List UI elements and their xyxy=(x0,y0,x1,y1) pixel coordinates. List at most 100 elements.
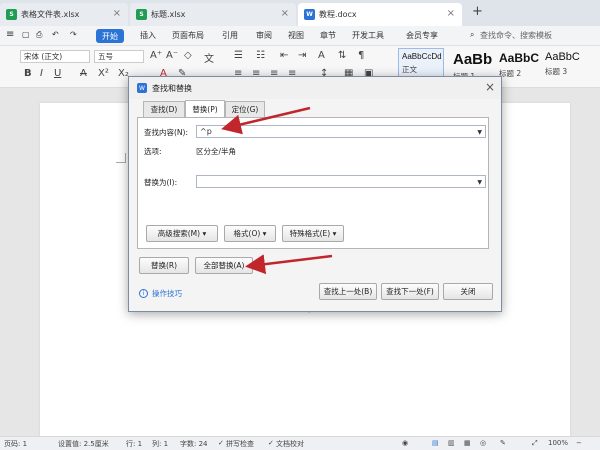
tab-file-3[interactable]: W 教程.docx × xyxy=(298,3,462,26)
replace-panel: 查找内容(N): ^p ▼ 选项: 区分全/半角 替换为(I): ▼ 高级搜索(… xyxy=(137,117,489,249)
advanced-search-button[interactable]: 高级搜索(M) ▾ xyxy=(146,225,218,242)
underline-icon[interactable]: U xyxy=(54,68,61,79)
web-view-icon[interactable]: ◎ xyxy=(480,439,486,447)
menu-insert[interactable]: 插入 xyxy=(140,30,156,41)
find-value: ^p xyxy=(200,127,212,136)
find-input[interactable]: ^p ▼ xyxy=(196,125,486,138)
find-previous-button[interactable]: 查找上一处(B) xyxy=(319,283,377,300)
menu-start[interactable]: 开始 xyxy=(96,29,124,43)
special-format-button[interactable]: 特殊格式(E) ▾ xyxy=(282,225,344,242)
pinyin-icon[interactable]: 文 xyxy=(204,50,214,65)
status-spellcheck[interactable]: 拼写检查 xyxy=(226,439,254,449)
clear-format-icon[interactable]: ◇ xyxy=(184,50,192,61)
page-view-icon[interactable]: ▤ xyxy=(432,439,439,447)
replace-all-button[interactable]: 全部替换(A) xyxy=(195,257,253,274)
close-icon[interactable]: × xyxy=(447,8,455,19)
italic-icon[interactable]: I xyxy=(40,68,43,79)
tab-file-2[interactable]: S 标题.xlsx × xyxy=(130,3,296,26)
status-bar: 页码: 1 设置值: 2.5厘米 行: 1 列: 1 字数: 24 ✓ 拼写检查… xyxy=(0,436,600,450)
sheet-icon: S xyxy=(136,9,147,20)
style-name: 正文 xyxy=(402,65,417,74)
font-family-select[interactable]: 宋体 (正文) xyxy=(20,50,90,63)
zoom-out-icon[interactable]: − xyxy=(576,439,582,447)
indent-icon[interactable]: ⇥ xyxy=(298,50,306,61)
tab-replace[interactable]: 替换(P) xyxy=(185,100,225,118)
close-icon[interactable]: × xyxy=(281,8,289,19)
show-marks-icon[interactable]: ¶ xyxy=(358,50,364,61)
status-setting[interactable]: 设置值: 2.5厘米 xyxy=(58,439,109,449)
redo-icon[interactable]: ↷ xyxy=(70,30,77,39)
dialog-title: 查找和替换 xyxy=(152,83,192,93)
tab-label: 表格文件表.xlsx xyxy=(21,10,80,19)
replace-input[interactable]: ▼ xyxy=(196,175,486,188)
outline-view-icon[interactable]: ▥ xyxy=(448,439,455,447)
style-name: 标题 2 xyxy=(499,69,522,78)
app-icon: W xyxy=(137,83,147,93)
find-next-button[interactable]: 查找下一处(F) xyxy=(381,283,439,300)
tips-link[interactable]: i 操作技巧 xyxy=(139,288,182,299)
chinese-layout-icon[interactable]: A xyxy=(318,50,325,61)
menu-member[interactable]: 会员专享 xyxy=(406,30,438,41)
zoom-level[interactable]: 100% xyxy=(548,439,568,447)
tab-label: 标题.xlsx xyxy=(151,10,186,19)
menu-view[interactable]: 视图 xyxy=(288,30,304,41)
proofread-icon: ✓ xyxy=(268,439,274,447)
tab-goto[interactable]: 定位(G) xyxy=(225,101,265,117)
status-page[interactable]: 页码: 1 xyxy=(4,439,27,449)
read-view-icon[interactable]: ▦ xyxy=(464,439,471,447)
sort-icon[interactable]: ⇅ xyxy=(338,50,346,61)
style-name: 标题 3 xyxy=(545,67,568,76)
doc-icon: W xyxy=(304,9,315,20)
tips-icon: i xyxy=(139,289,148,298)
style-sample: AaBbC xyxy=(499,51,540,65)
tab-file-1[interactable]: S 表格文件表.xlsx × xyxy=(0,3,128,26)
bullet-list-icon[interactable]: ☰ xyxy=(234,50,243,61)
close-icon[interactable]: × xyxy=(485,80,495,94)
status-words[interactable]: 字数: 24 xyxy=(180,439,208,449)
replace-button[interactable]: 替换(R) xyxy=(139,257,189,274)
options-label: 选项: xyxy=(144,147,162,156)
font-size-select[interactable]: 五号 xyxy=(94,50,144,63)
status-col: 列: 1 xyxy=(152,440,169,448)
style-sample: AaBbCcDd xyxy=(402,52,442,61)
style-heading-3[interactable]: AaBbC 标题 3 xyxy=(542,48,594,84)
menu-chapter[interactable]: 章节 xyxy=(320,30,336,41)
options-value: 区分全/半角 xyxy=(196,147,237,156)
dialog-titlebar[interactable]: W 查找和替换 xyxy=(129,77,501,99)
menu-icon[interactable]: ≡ xyxy=(6,29,14,40)
open-icon[interactable]: ▢ xyxy=(22,30,30,39)
number-list-icon[interactable]: ☷ xyxy=(256,50,265,61)
chevron-down-icon[interactable]: ▼ xyxy=(477,127,482,138)
status-proofread[interactable]: 文档校对 xyxy=(276,439,304,449)
menu-references[interactable]: 引用 xyxy=(222,30,238,41)
format-button[interactable]: 格式(O) ▾ xyxy=(224,225,276,242)
style-sample: AaBb xyxy=(453,51,493,68)
close-button[interactable]: 关闭 xyxy=(443,283,493,300)
superscript-icon[interactable]: X² xyxy=(98,68,109,79)
close-icon[interactable]: × xyxy=(113,8,121,19)
command-search[interactable]: 查找命令、搜索模板 xyxy=(480,30,552,41)
status-line: 行: 1 xyxy=(126,440,143,448)
bold-icon[interactable]: B xyxy=(24,68,32,79)
ribbon-menu: ≡ ▢ ⎙ ↶ ↷ 开始 插入 页面布局 引用 审阅 视图 章节 开发工具 会员… xyxy=(0,26,600,46)
spellcheck-icon: ✓ xyxy=(218,439,224,447)
menu-layout[interactable]: 页面布局 xyxy=(172,30,204,41)
fit-icon[interactable]: ⤢ xyxy=(532,439,538,448)
find-label: 查找内容(N): xyxy=(144,128,188,137)
strikethrough-icon[interactable]: A xyxy=(80,68,87,79)
menu-review[interactable]: 审阅 xyxy=(256,30,272,41)
tab-find[interactable]: 查找(D) xyxy=(143,101,185,117)
shrink-font-icon[interactable]: A⁻ xyxy=(166,50,178,61)
grow-font-icon[interactable]: A⁺ xyxy=(150,50,162,61)
eye-protect-icon[interactable]: ◉ xyxy=(402,439,408,447)
outdent-icon[interactable]: ⇤ xyxy=(280,50,288,61)
undo-icon[interactable]: ↶ xyxy=(52,30,59,39)
style-sample: AaBbC xyxy=(545,51,580,63)
chevron-down-icon[interactable]: ▼ xyxy=(477,177,482,188)
print-icon[interactable]: ⎙ xyxy=(36,30,42,40)
new-tab-button[interactable]: + xyxy=(472,4,483,19)
write-view-icon[interactable]: ✎ xyxy=(500,439,506,447)
style-heading-2[interactable]: AaBbC 标题 2 xyxy=(496,48,540,84)
tips-label: 操作技巧 xyxy=(152,289,182,298)
menu-developer[interactable]: 开发工具 xyxy=(352,30,384,41)
